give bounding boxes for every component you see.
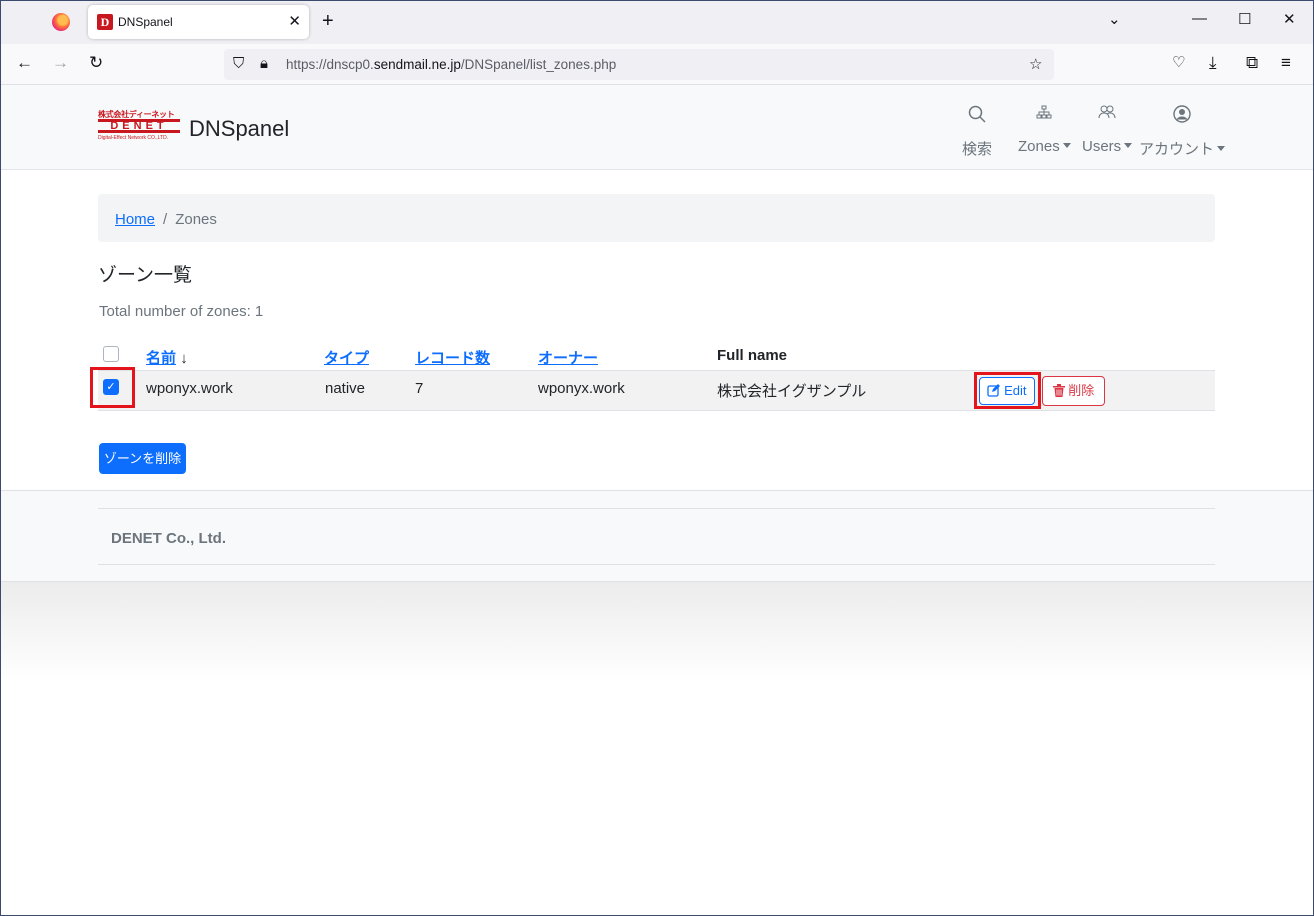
column-header-fullname: Full name	[717, 347, 788, 364]
total-zones-text: Total number of zones: 1	[99, 303, 264, 320]
nav-users[interactable]: Users	[1082, 105, 1133, 155]
delete-zones-button[interactable]: ゾーンを削除	[99, 443, 186, 474]
breadcrumb: Home / Zones	[98, 194, 1215, 242]
pocket-icon[interactable]: ♡	[1172, 53, 1185, 71]
brand-name[interactable]: DNSpanel	[189, 116, 289, 142]
tab-title: DNSpanel	[118, 15, 173, 29]
denet-logo[interactable]: 株式会社ディーネット DENET Digital-Effect Network …	[98, 110, 180, 142]
account-icon	[1139, 105, 1225, 127]
users-icon	[1082, 105, 1132, 127]
caret-down-icon	[1217, 146, 1226, 151]
url-bar[interactable]: ⛉ 🔒︎ https://dnscp0.sendmail.ne.jp/DNSpa…	[224, 49, 1054, 80]
page-title: ゾーン一覧	[98, 265, 193, 286]
trash-icon	[1052, 384, 1065, 397]
select-all-checkbox[interactable]	[103, 346, 119, 362]
breadcrumb-current: Zones	[175, 211, 217, 228]
cell-fullname: 株式会社イグザンプル	[717, 383, 867, 400]
new-tab-button[interactable]: +	[322, 10, 334, 32]
close-tab-icon[interactable]: ✕	[288, 12, 301, 30]
close-window-icon[interactable]: ✕	[1283, 10, 1296, 28]
footer: DENET Co., Ltd.	[0, 490, 1314, 582]
url-text[interactable]: https://dnscp0.sendmail.ne.jp/DNSpanel/l…	[286, 57, 616, 72]
lock-icon[interactable]: 🔒︎	[260, 55, 268, 72]
highlight-box	[90, 367, 135, 408]
highlight-box	[974, 372, 1041, 409]
browser-nav-bar: ← → ↻ ⛉ 🔒︎ https://dnscp0.sendmail.ne.jp…	[0, 44, 1314, 85]
footer-inner: DENET Co., Ltd.	[98, 508, 1215, 565]
page-bottom-fade	[0, 582, 1314, 682]
delete-button[interactable]: 削除	[1042, 376, 1105, 406]
caret-down-icon	[1062, 143, 1071, 148]
menu-icon[interactable]: ≡	[1281, 53, 1291, 73]
column-header-owner: オーナー	[538, 350, 599, 367]
cell-owner: wponyx.work	[538, 380, 625, 397]
download-icon[interactable]: ⤓	[1209, 53, 1217, 73]
shield-icon[interactable]: ⛉	[233, 55, 244, 72]
back-icon[interactable]: ←	[16, 53, 33, 73]
cell-records: 7	[415, 380, 424, 397]
breadcrumb-home-link[interactable]: Home	[115, 211, 155, 228]
maximize-icon[interactable]: ☐	[1238, 10, 1251, 28]
nav-zones[interactable]: Zones	[1018, 105, 1071, 155]
forward-icon[interactable]: →	[52, 53, 69, 73]
sort-down-icon: ↓	[180, 350, 188, 367]
column-header-name: 名前 ↓	[146, 350, 188, 367]
search-icon	[962, 105, 992, 127]
caret-down-icon	[1124, 143, 1133, 148]
browser-tab-bar: D DNSpanel ✕ + ⌄ — ☐ ✕	[0, 0, 1314, 44]
bookmark-star-icon[interactable]: ☆	[1029, 55, 1042, 73]
site-header: 株式会社ディーネット DENET Digital-Effect Network …	[0, 85, 1314, 170]
footer-text: DENET Co., Ltd.	[111, 530, 226, 547]
firefox-icon[interactable]	[52, 13, 70, 31]
reload-icon[interactable]: ↻	[89, 53, 103, 73]
nav-account[interactable]: アカウント	[1139, 105, 1226, 159]
extensions-icon[interactable]: ⧉	[1246, 53, 1258, 73]
minimize-icon[interactable]: —	[1192, 10, 1207, 27]
nav-search[interactable]: 検索	[962, 105, 992, 159]
cell-type: native	[325, 380, 366, 397]
dnspanel-favicon-icon: D	[97, 14, 113, 30]
browser-tab[interactable]: D DNSpanel ✕	[88, 5, 309, 39]
tab-list-icon[interactable]: ⌄	[1108, 10, 1121, 28]
cell-name: wponyx.work	[146, 380, 233, 397]
sitemap-icon	[1018, 105, 1071, 127]
column-header-type: タイプ	[324, 350, 370, 367]
column-header-records: レコード数	[415, 350, 491, 367]
